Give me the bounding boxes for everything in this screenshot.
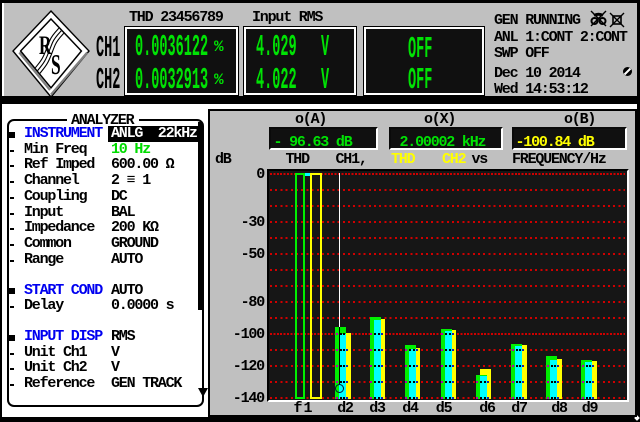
svg-text:R: R [39,30,52,60]
svg-text:S: S [51,50,61,82]
